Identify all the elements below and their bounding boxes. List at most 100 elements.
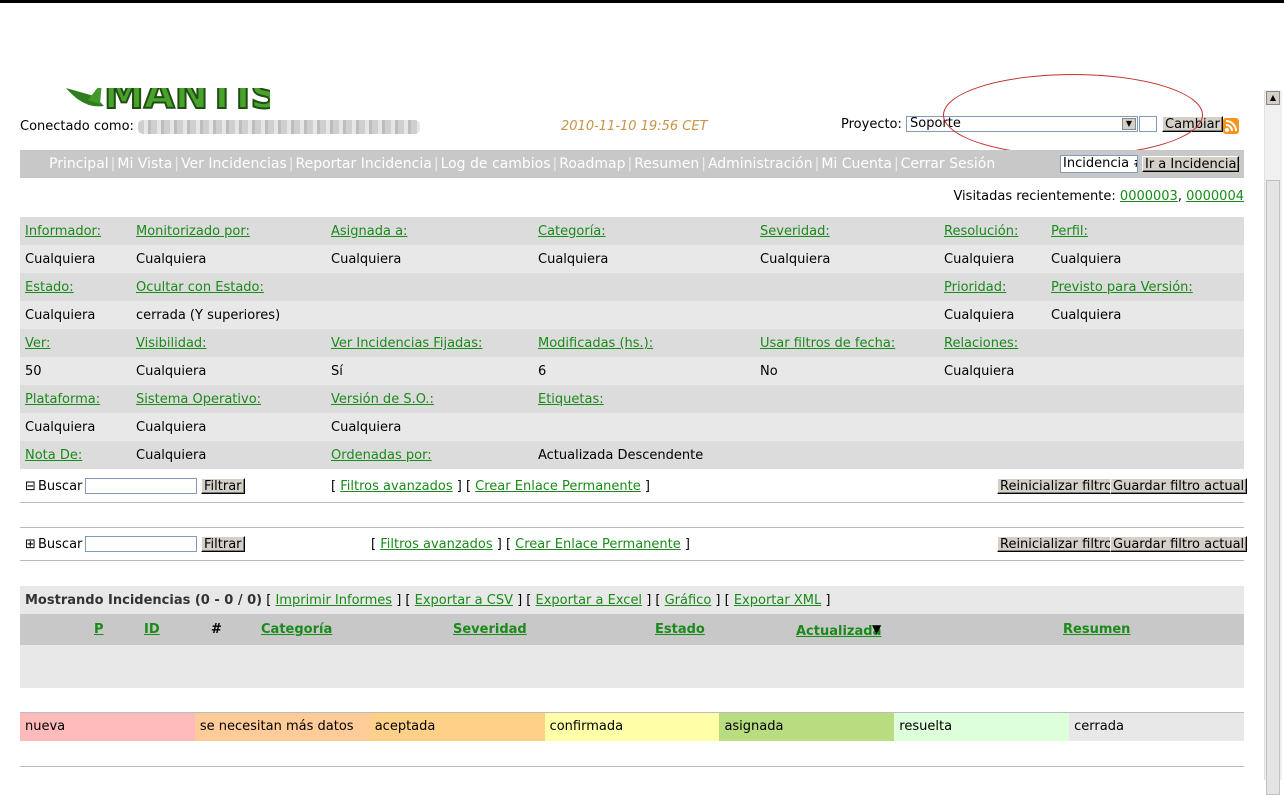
filter-value-row-1: Cualquiera Cualquiera Cualquiera Cualqui…	[20, 245, 1244, 273]
filter-value: cerrada (Y superiores)	[136, 308, 281, 323]
filter-value: Cualquiera	[25, 308, 96, 323]
permalink-link-2[interactable]: Crear Enlace Permanente	[515, 537, 681, 552]
results-empty-body	[20, 645, 1244, 688]
filter-relations[interactable]: Relaciones:	[944, 336, 1018, 351]
menu-item-9[interactable]: Cerrar Sesión	[901, 156, 996, 172]
incident-number-input[interactable]: Incidencia #	[1060, 155, 1138, 173]
export-csv-link[interactable]: Exportar a CSV	[415, 593, 513, 608]
project-label: Proyecto:	[841, 117, 902, 132]
menu-separator: |	[433, 156, 439, 172]
filter-value: Cualquiera	[331, 420, 402, 435]
menu-separator: |	[174, 156, 180, 172]
filter-tags[interactable]: Etiquetas:	[538, 392, 604, 407]
filter-per-page[interactable]: Ver:	[25, 336, 50, 351]
save-filter-button[interactable]: Guardar filtro actual	[1110, 478, 1248, 494]
menu-item-6[interactable]: Resumen	[634, 156, 699, 172]
filter-platform[interactable]: Plataforma:	[25, 392, 100, 407]
filter-date-filters[interactable]: Usar filtros de fecha:	[760, 336, 895, 351]
filter-value: Actualizada Descendente	[538, 448, 704, 463]
save-filter-button-2[interactable]: Guardar filtro actual	[1110, 536, 1248, 552]
recent-link-1[interactable]: 0000003	[1120, 189, 1178, 204]
go-to-incident-button[interactable]: Ir a Incidencia	[1142, 156, 1240, 172]
scrollbar-thumb[interactable]	[1266, 180, 1280, 795]
filter-value: Cualquiera	[136, 252, 207, 267]
filter-category[interactable]: Categoría:	[538, 224, 606, 239]
export-xml-link[interactable]: Exportar XML	[734, 593, 821, 608]
filter-reporter[interactable]: Informador:	[25, 224, 101, 239]
filter-button-2[interactable]: Filtrar	[201, 536, 245, 552]
filter-value: No	[760, 364, 778, 379]
reset-filter-button[interactable]: Reinicializar filtro	[997, 478, 1116, 494]
permalink-link[interactable]: Crear Enlace Permanente	[475, 479, 641, 494]
window-top-border	[0, 0, 1284, 3]
legend-status-5: resuelta	[894, 713, 1070, 741]
search-input[interactable]	[85, 478, 197, 494]
column-updated[interactable]: Actualizada	[796, 624, 881, 639]
filter-value: Cualquiera	[136, 364, 207, 379]
filter-monitored-by[interactable]: Monitorizado por:	[136, 224, 250, 239]
recent-link-2[interactable]: 0000004	[1186, 189, 1244, 204]
expand-icon[interactable]: ⊞	[25, 537, 36, 552]
search-label: Buscar	[38, 537, 83, 552]
reset-filter-button-2[interactable]: Reinicializar filtro	[997, 536, 1116, 552]
filter-sticky[interactable]: Ver Incidencias Fijadas:	[331, 336, 482, 351]
results-title: Mostrando Incidencias (0 - 0 / 0)	[25, 593, 263, 608]
menu-item-3[interactable]: Reportar Incidencia	[296, 156, 432, 172]
filter-row-note-sort: Nota De: Cualquiera Ordenadas por: Actua…	[20, 441, 1244, 469]
menu-item-2[interactable]: Ver Incidencias	[181, 156, 287, 172]
filter-resolution[interactable]: Resolución:	[944, 224, 1018, 239]
export-excel-link[interactable]: Exportar a Excel	[536, 593, 643, 608]
menu-separator: |	[627, 156, 633, 172]
print-reports-link[interactable]: Imprimir Informes	[275, 593, 392, 608]
scroll-up-icon[interactable]: ▲	[1266, 91, 1280, 105]
search-input-2[interactable]	[85, 536, 197, 552]
menu-item-7[interactable]: Administración	[708, 156, 813, 172]
filter-severity[interactable]: Severidad:	[760, 224, 830, 239]
filter-os[interactable]: Sistema Operativo:	[136, 392, 261, 407]
filter-header-row-4: Plataforma: Sistema Operativo: Versión d…	[20, 385, 1244, 413]
rss-icon[interactable]	[1223, 118, 1239, 134]
menu-item-8[interactable]: Mi Cuenta	[821, 156, 892, 172]
logged-in-label: Conectado como:	[20, 119, 134, 134]
vertical-scrollbar[interactable]: ▲	[1264, 90, 1282, 795]
column-summary[interactable]: Resumen	[1063, 622, 1130, 637]
divider	[20, 560, 1244, 561]
advanced-filters-link-2[interactable]: Filtros avanzados	[380, 537, 492, 552]
filter-hide-status[interactable]: Ocultar con Estado:	[136, 280, 264, 295]
filter-modified-hours[interactable]: Modificadas (hs.):	[538, 336, 653, 351]
filter-target-version[interactable]: Previsto para Versión:	[1051, 280, 1193, 295]
filter-os-version[interactable]: Versión de S.O.:	[331, 392, 434, 407]
column-category[interactable]: Categoría	[261, 622, 332, 637]
collapse-icon[interactable]: ⊟	[25, 479, 36, 494]
menu-item-1[interactable]: Mi Vista	[117, 156, 172, 172]
filter-value: Cualquiera	[25, 252, 96, 267]
menu-item-0[interactable]: Principal	[49, 156, 109, 172]
menu-separator: |	[552, 156, 558, 172]
menu-item-5[interactable]: Roadmap	[559, 156, 625, 172]
filter-value: Cualquiera	[760, 252, 831, 267]
status-legend: nueva se necesitan más datos aceptada confi…	[20, 713, 1245, 741]
column-status[interactable]: Estado	[655, 622, 705, 637]
filters-table: Informador: Monitorizado por: Asignada a…	[20, 217, 1244, 469]
filter-profile[interactable]: Perfil:	[1051, 224, 1088, 239]
filter-visibility[interactable]: Visibilidad:	[136, 336, 207, 351]
graph-link[interactable]: Gráfico	[665, 593, 712, 608]
column-severity[interactable]: Severidad	[453, 622, 527, 637]
filter-button[interactable]: Filtrar	[201, 478, 245, 494]
column-id[interactable]: ID	[144, 622, 160, 637]
menu-separator: |	[893, 156, 899, 172]
filter-sort-by[interactable]: Ordenadas por:	[331, 448, 432, 463]
filter-status[interactable]: Estado:	[25, 280, 74, 295]
advanced-filters-link[interactable]: Filtros avanzados	[340, 479, 452, 494]
recently-visited: Visitadas recientemente: 0000003, 000000…	[953, 189, 1244, 204]
advanced-links: [ Filtros avanzados ] [ Crear Enlace Per…	[331, 479, 650, 494]
menu-item-4[interactable]: Log de cambios	[441, 156, 551, 172]
search-label: Buscar	[38, 479, 83, 494]
column-priority[interactable]: P	[94, 622, 104, 637]
filter-value: 6	[538, 364, 547, 379]
legend-status-2: aceptada	[369, 713, 545, 741]
filter-note-by[interactable]: Nota De:	[25, 448, 82, 463]
filter-priority[interactable]: Prioridad:	[944, 280, 1006, 295]
filter-assigned-to[interactable]: Asignada a:	[331, 224, 407, 239]
filter-value: Cualquiera	[1051, 308, 1122, 323]
